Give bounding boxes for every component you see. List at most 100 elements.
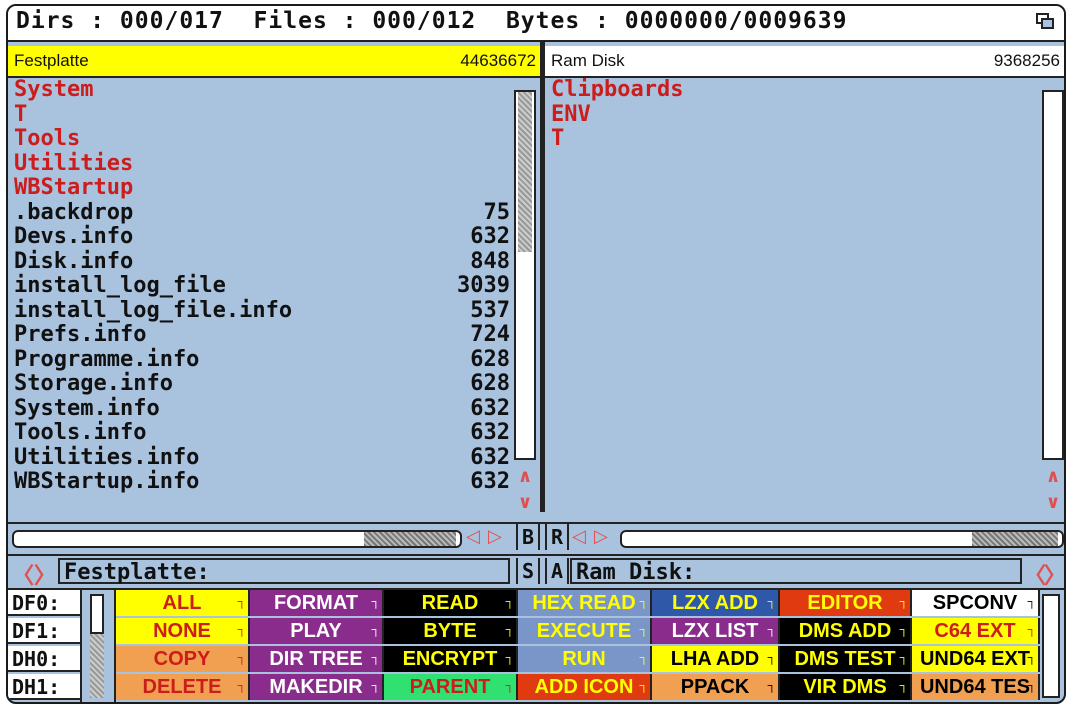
left-horizontal-scrollbar[interactable] bbox=[12, 530, 462, 548]
left-pane-header[interactable]: Festplatte 44636672 bbox=[8, 46, 540, 78]
function-button[interactable]: LHA ADD ┐ bbox=[652, 646, 780, 672]
left-scroll-right-icon[interactable]: ▷ bbox=[488, 526, 502, 547]
reread-button-r[interactable]: R bbox=[545, 524, 569, 550]
function-button[interactable]: UND64 EXT ┐ bbox=[912, 646, 1040, 672]
right-horizontal-scrollbar[interactable] bbox=[620, 530, 1064, 548]
directory-entry[interactable]: Utilities bbox=[14, 151, 510, 177]
function-button[interactable]: DMS ADD ┐ bbox=[780, 618, 912, 644]
file-entry[interactable]: Disk.info 848 bbox=[14, 248, 510, 275]
device-df1[interactable]: DF1: bbox=[8, 618, 80, 644]
right-vertical-scrollbar[interactable] bbox=[1042, 90, 1064, 460]
device-scrollbar[interactable] bbox=[80, 590, 116, 702]
entry-size: 628 bbox=[470, 346, 510, 372]
function-button[interactable]: DMS TEST ┐ bbox=[780, 646, 912, 672]
right-volume-name: Ram Disk bbox=[551, 51, 625, 70]
left-hscroll-thumb[interactable] bbox=[364, 532, 456, 546]
right-scroll-right-icon[interactable]: ▷ bbox=[594, 526, 608, 547]
directory-entry[interactable]: T bbox=[14, 102, 510, 128]
function-button-label: EXECUTE bbox=[536, 620, 632, 642]
function-button[interactable]: NONE ┐ bbox=[116, 618, 250, 644]
right-path-back-icon[interactable]: 〈 bbox=[1024, 558, 1046, 590]
file-entry[interactable]: Tools.info 632 bbox=[14, 421, 510, 446]
function-button[interactable]: UND64 TES ┐ bbox=[912, 674, 1040, 700]
directory-entry[interactable]: WBStartup bbox=[14, 176, 510, 201]
right-path-field[interactable]: Ram Disk: bbox=[570, 558, 1022, 585]
right-scroll-down-icon[interactable]: ∨ bbox=[1042, 492, 1064, 514]
function-button[interactable]: PPACK ┐ bbox=[652, 674, 780, 700]
function-button[interactable]: MAKEDIR ┐ bbox=[250, 674, 384, 700]
file-entry[interactable]: Devs.info 632 bbox=[14, 225, 510, 250]
directory-entry[interactable]: T bbox=[551, 127, 1047, 152]
function-button[interactable]: FORMAT ┐ bbox=[250, 590, 384, 616]
left-path-field[interactable]: Festplatte: bbox=[58, 558, 510, 585]
file-entry[interactable]: Prefs.info 724 bbox=[14, 323, 510, 348]
function-button[interactable]: LZX LIST ┐ bbox=[652, 618, 780, 644]
left-scroll-up-icon[interactable]: ∧ bbox=[514, 466, 536, 488]
left-file-list[interactable]: System T Tools Utilities WBStartup .backdrop 7… bbox=[14, 78, 510, 516]
entry-name: T bbox=[551, 126, 565, 151]
directory-entry[interactable]: Clipboards bbox=[551, 78, 1047, 103]
file-entry[interactable]: Storage.info 628 bbox=[14, 372, 510, 397]
buffer-button-b[interactable]: B bbox=[516, 524, 540, 550]
file-entry[interactable]: install_log_file 3039 bbox=[14, 274, 510, 299]
entry-name: WBStartup.info bbox=[14, 469, 200, 494]
submenu-corner-icon: ┐ bbox=[505, 650, 514, 664]
directory-entry[interactable]: Tools bbox=[14, 127, 510, 152]
submenu-corner-icon: ┐ bbox=[505, 678, 514, 692]
function-button[interactable]: C64 EXT ┐ bbox=[912, 618, 1040, 644]
right-scroll-up-icon[interactable]: ∧ bbox=[1042, 466, 1064, 488]
function-button[interactable]: PLAY ┐ bbox=[250, 618, 384, 644]
function-button[interactable]: ADD ICON ┐ bbox=[518, 674, 652, 700]
function-button[interactable]: DIR TREE ┐ bbox=[250, 646, 384, 672]
right-scroll-left-icon[interactable]: ◁ bbox=[572, 526, 586, 547]
function-button[interactable]: COPY ┐ bbox=[116, 646, 250, 672]
device-dh1[interactable]: DH1: bbox=[8, 674, 80, 700]
select-button-s[interactable]: S bbox=[516, 558, 540, 584]
right-path-forward-icon[interactable]: 〉 bbox=[1044, 558, 1064, 590]
directory-entry[interactable]: System bbox=[14, 78, 510, 103]
device-scroll-thumb[interactable] bbox=[90, 594, 104, 634]
entry-name: WBStartup bbox=[14, 175, 134, 200]
file-entry[interactable]: install_log_file.info 537 bbox=[14, 298, 510, 324]
function-button[interactable]: EDITOR ┐ bbox=[780, 590, 912, 616]
function-button[interactable]: DELETE ┐ bbox=[116, 674, 250, 700]
function-button[interactable]: BYTE ┐ bbox=[384, 618, 518, 644]
directory-entry[interactable]: ENV bbox=[551, 102, 1047, 128]
function-button[interactable]: SPCONV ┐ bbox=[912, 590, 1040, 616]
depth-gadget-icon[interactable] bbox=[1036, 13, 1054, 29]
file-entry[interactable]: WBStartup.info 632 bbox=[14, 470, 510, 495]
function-button-label: BYTE bbox=[423, 620, 477, 642]
function-button[interactable]: ALL ┐ bbox=[116, 590, 250, 616]
button-bank-scrollbar[interactable] bbox=[1042, 594, 1060, 698]
file-entry[interactable]: Utilities.info 632 bbox=[14, 445, 510, 471]
file-entry[interactable]: System.info 632 bbox=[14, 396, 510, 422]
left-path-back-icon[interactable]: 〈 bbox=[12, 558, 34, 590]
left-scroll-thumb[interactable] bbox=[518, 92, 532, 252]
right-pane-header[interactable]: Ram Disk 9368256 bbox=[545, 46, 1064, 78]
all-button-a[interactable]: A bbox=[545, 558, 569, 584]
function-button[interactable]: ENCRYPT ┐ bbox=[384, 646, 518, 672]
left-path-forward-icon[interactable]: 〉 bbox=[34, 558, 56, 590]
left-scroll-down-icon[interactable]: ∨ bbox=[514, 492, 536, 514]
left-scroll-left-icon[interactable]: ◁ bbox=[466, 526, 480, 547]
device-df0[interactable]: DF0: bbox=[8, 590, 80, 616]
right-file-list[interactable]: Clipboards ENV T bbox=[551, 78, 1047, 516]
file-entry[interactable]: Programme.info 628 bbox=[14, 346, 510, 373]
function-button-label: VIR DMS bbox=[803, 676, 887, 698]
function-button[interactable]: RUN ┐ bbox=[518, 646, 652, 672]
function-button[interactable]: HEX READ ┐ bbox=[518, 590, 652, 616]
function-button[interactable]: PARENT ┐ bbox=[384, 674, 518, 700]
function-button[interactable]: LZX ADD ┐ bbox=[652, 590, 780, 616]
right-hscroll-thumb[interactable] bbox=[972, 532, 1058, 546]
entry-size: 848 bbox=[470, 248, 510, 274]
device-dh0[interactable]: DH0: bbox=[8, 646, 80, 672]
entry-size: 632 bbox=[470, 420, 510, 445]
file-entry[interactable]: .backdrop 75 bbox=[14, 200, 510, 226]
function-button[interactable]: READ ┐ bbox=[384, 590, 518, 616]
submenu-corner-icon: ┐ bbox=[371, 622, 380, 636]
function-button-label: PPACK bbox=[680, 676, 750, 698]
function-button[interactable]: VIR DMS ┐ bbox=[780, 674, 912, 700]
left-vertical-scrollbar[interactable] bbox=[514, 90, 536, 460]
function-button-label: UND64 TES bbox=[919, 676, 1031, 698]
function-button[interactable]: EXECUTE ┐ bbox=[518, 618, 652, 644]
